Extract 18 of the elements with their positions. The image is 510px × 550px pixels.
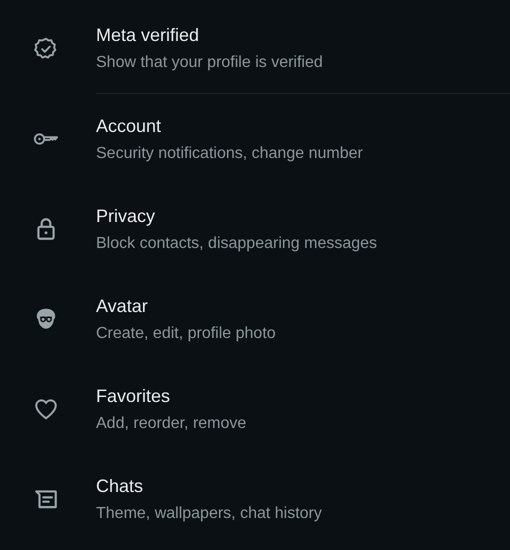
- item-subtitle: Security notifications, change number: [96, 144, 363, 162]
- item-subtitle: Create, edit, profile photo: [96, 324, 276, 342]
- settings-item[interactable]: Favorites Add, reorder, remove: [96, 364, 510, 454]
- item-subtitle: Block contacts, disappearing messages: [96, 234, 378, 252]
- settings-item[interactable]: Avatar Create, edit, profile photo: [96, 274, 510, 364]
- item-subtitle: Add, reorder, remove: [96, 414, 246, 432]
- settings-item[interactable]: Chats Theme, wallpapers, chat history: [96, 454, 510, 544]
- item-subtitle: Theme, wallpapers, chat history: [96, 504, 322, 522]
- item-title: Chats: [96, 476, 144, 496]
- item-title: Avatar: [96, 296, 148, 316]
- settings-item[interactable]: Privacy Block contacts, disappearing messages: [96, 184, 510, 274]
- settings-item[interactable]: Account Security notifications, change number: [96, 94, 510, 184]
- settings-item[interactable]: Meta verified Show that your profile is verified: [96, 4, 510, 94]
- item-title: Favorites: [96, 386, 170, 406]
- item-title: Privacy: [96, 206, 156, 226]
- item-subtitle: Show that your profile is verified: [96, 54, 323, 72]
- item-title: Account: [96, 116, 162, 136]
- item-title: Meta verified: [96, 25, 200, 46]
